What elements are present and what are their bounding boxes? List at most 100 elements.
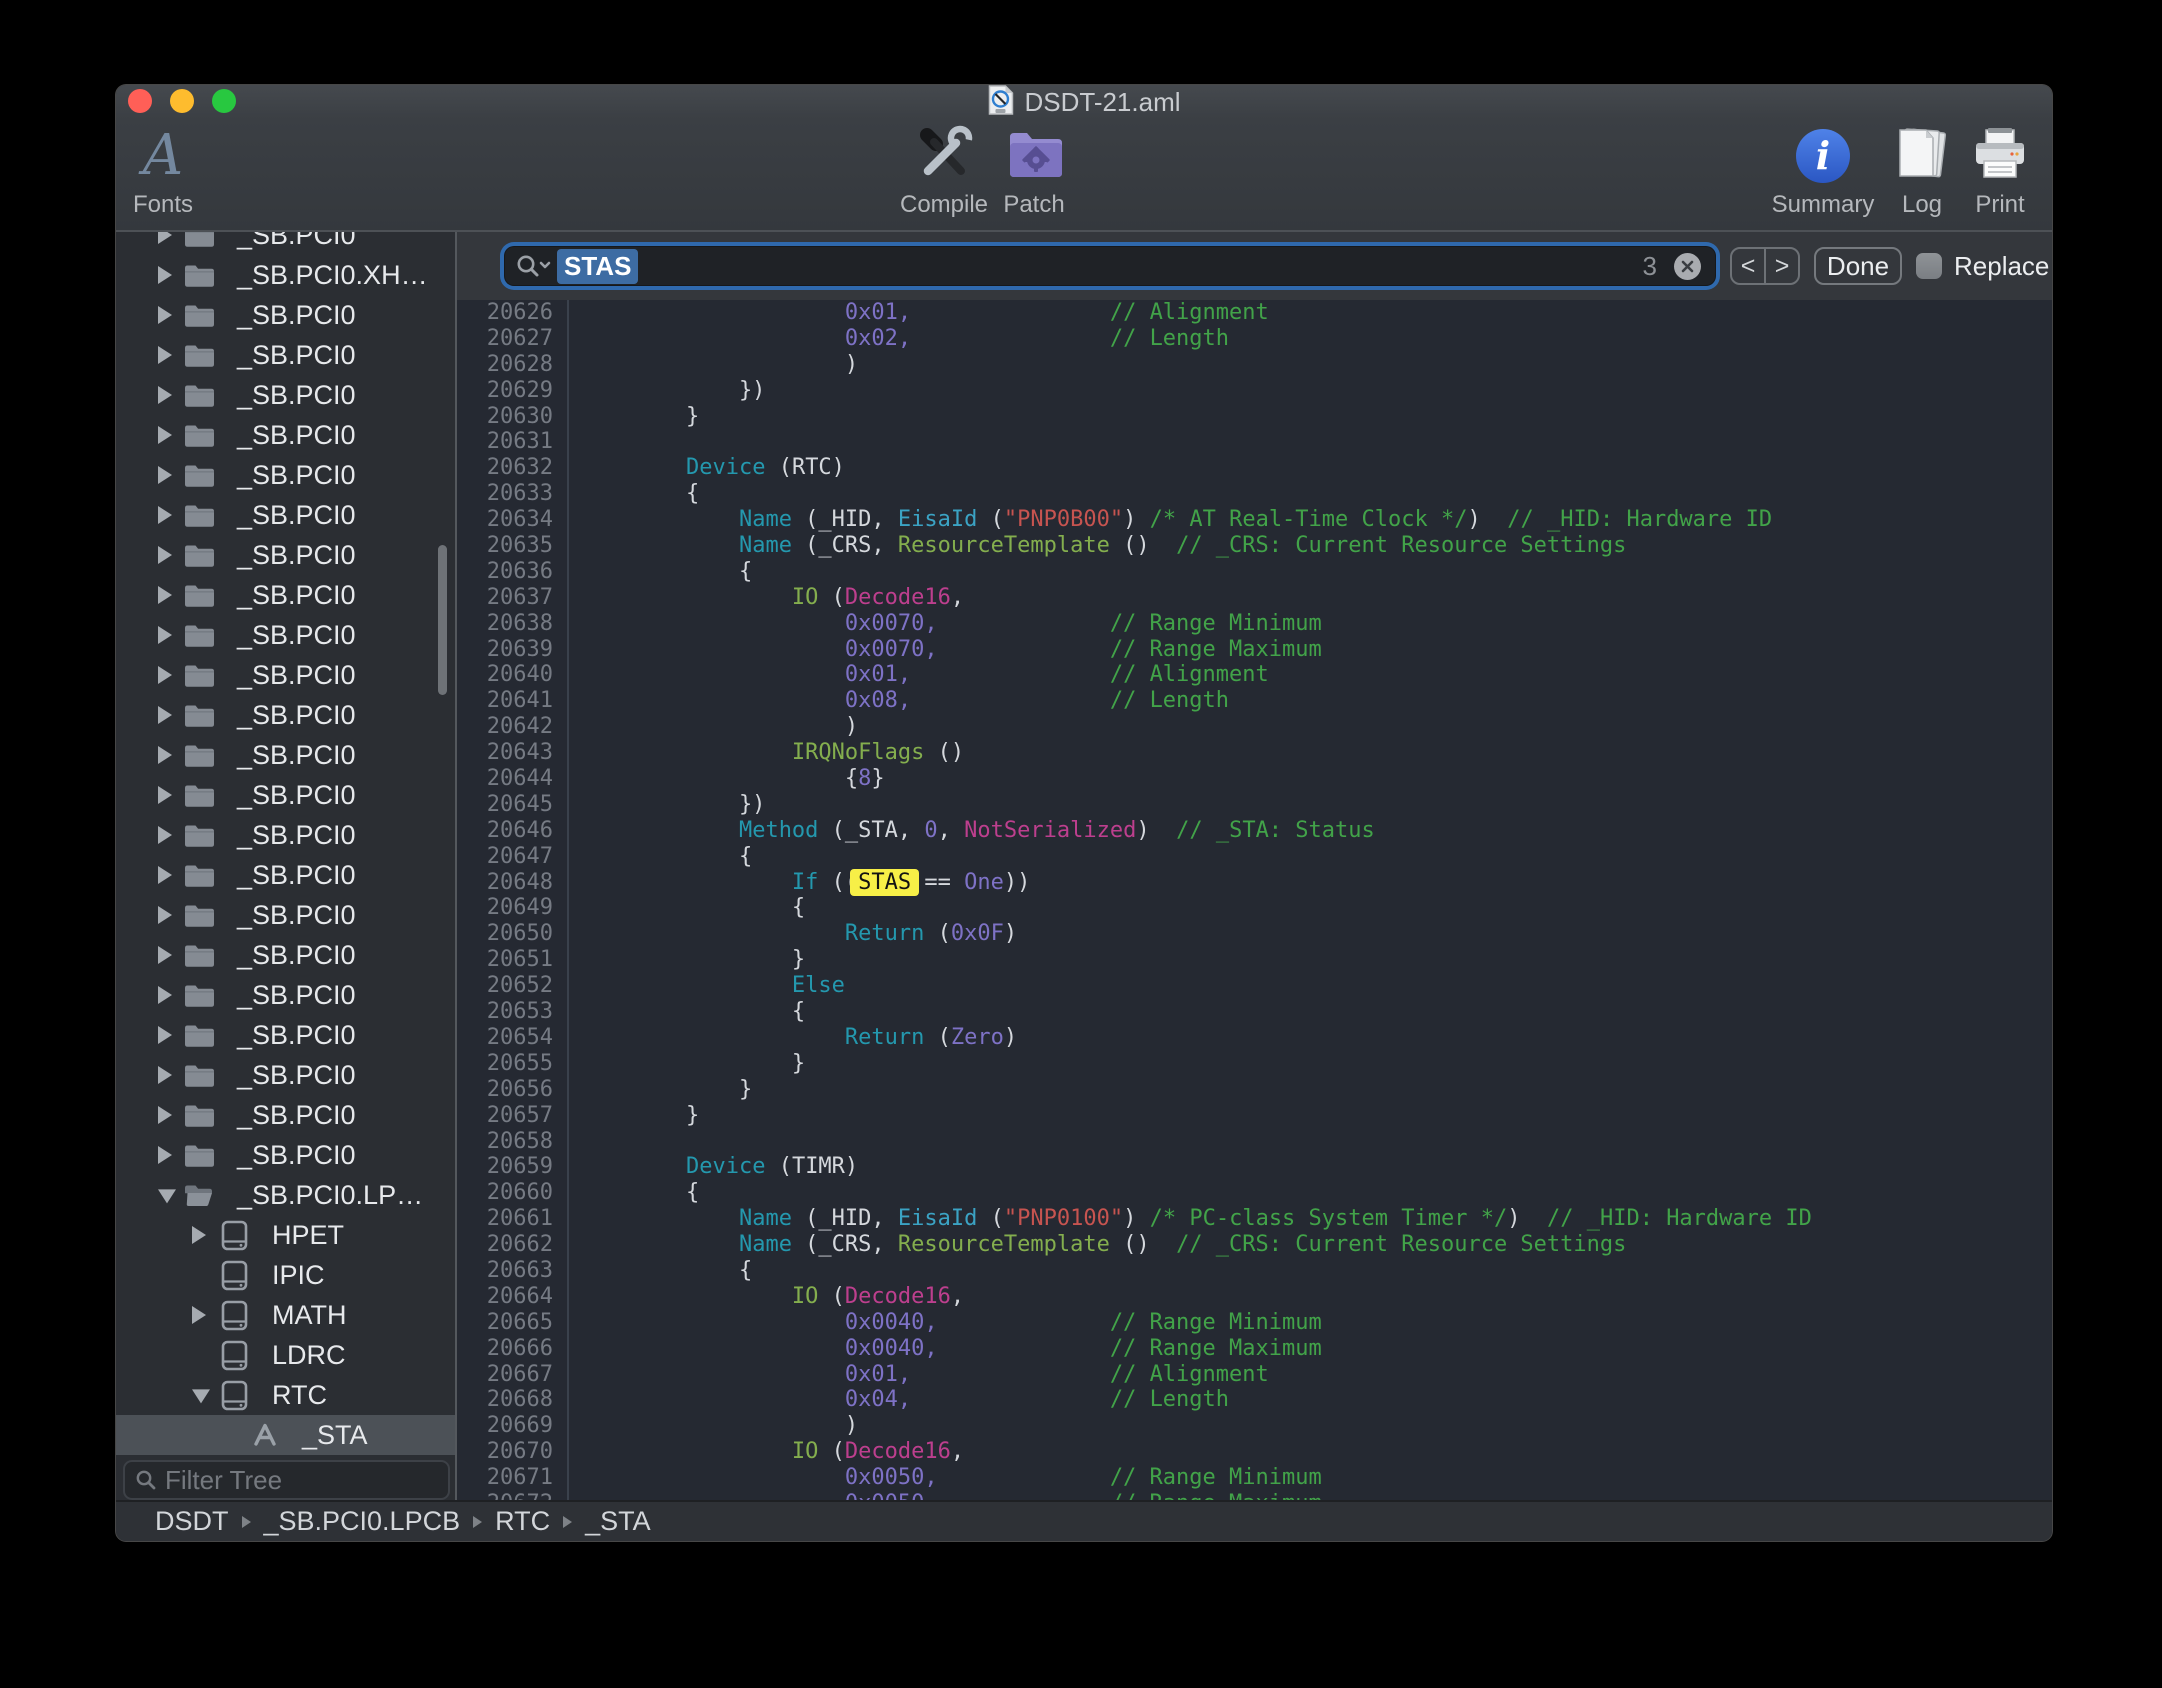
code-line[interactable]: 20627 0x02, // Length [457, 326, 2052, 352]
code-line[interactable]: 20641 0x08, // Length [457, 688, 2052, 714]
tree-item--sb-pci0[interactable]: _SB.PCI0 [116, 975, 455, 1015]
code-line[interactable]: 20639 0x0070, // Range Maximum [457, 637, 2052, 663]
disclosure-triangle[interactable] [158, 426, 172, 444]
code-line[interactable]: 20671 0x0050, // Range Minimum [457, 1465, 2052, 1491]
code-line[interactable]: 20652 Else [457, 973, 2052, 999]
tree-item--sb-pci0[interactable]: _SB.PCI0 [116, 615, 455, 655]
code-line[interactable]: 20631 [457, 429, 2052, 455]
breadcrumb-item[interactable]: RTC [495, 1506, 550, 1537]
search-menu-icon[interactable] [515, 253, 551, 279]
code-line[interactable]: 20642 ) [457, 714, 2052, 740]
code-line[interactable]: 20665 0x0040, // Range Minimum [457, 1310, 2052, 1336]
disclosure-triangle[interactable] [158, 786, 172, 804]
code-line[interactable]: 20644 {8} [457, 766, 2052, 792]
clear-search-button[interactable] [1674, 253, 1701, 280]
code-line[interactable]: 20657 } [457, 1103, 2052, 1129]
code-line[interactable]: 20667 0x01, // Alignment [457, 1362, 2052, 1388]
code-line[interactable]: 20670 IO (Decode16, [457, 1439, 2052, 1465]
code-line[interactable]: 20647 { [457, 844, 2052, 870]
disclosure-triangle[interactable] [158, 826, 172, 844]
disclosure-triangle[interactable] [158, 746, 172, 764]
find-previous-button[interactable]: < [1732, 249, 1764, 283]
disclosure-triangle[interactable] [158, 666, 172, 684]
disclosure-triangle[interactable] [192, 1226, 206, 1244]
code-line[interactable]: 20664 IO (Decode16, [457, 1284, 2052, 1310]
disclosure-triangle[interactable] [158, 466, 172, 484]
code-line[interactable]: 20634 Name (_HID, EisaId ("PNP0B00") /* … [457, 507, 2052, 533]
tree-item--sb-pci0[interactable]: _SB.PCI0 [116, 815, 455, 855]
disclosure-triangle[interactable] [192, 1389, 210, 1403]
code-line[interactable]: 20660 { [457, 1180, 2052, 1206]
replace-checkbox[interactable] [1916, 253, 1942, 279]
code-line[interactable]: 20669 ) [457, 1413, 2052, 1439]
minimize-button[interactable] [170, 89, 194, 113]
disclosure-triangle[interactable] [158, 586, 172, 604]
code-line[interactable]: 20650 Return (0x0F) [457, 921, 2052, 947]
tree-item-math[interactable]: MATH [116, 1295, 455, 1335]
disclosure-triangle[interactable] [158, 506, 172, 524]
zoom-button[interactable] [212, 89, 236, 113]
code-line[interactable]: 20633 { [457, 481, 2052, 507]
code-line[interactable]: 20636 { [457, 559, 2052, 585]
code-line[interactable]: 20668 0x04, // Length [457, 1387, 2052, 1413]
code-line[interactable]: 20645 }) [457, 792, 2052, 818]
code-line[interactable]: 20662 Name (_CRS, ResourceTemplate () //… [457, 1232, 2052, 1258]
tree-item-ldrc[interactable]: LDRC [116, 1335, 455, 1375]
code-line[interactable]: 20654 Return (Zero) [457, 1025, 2052, 1051]
code-line[interactable]: 20646 Method (_STA, 0, NotSerialized) //… [457, 818, 2052, 844]
disclosure-triangle[interactable] [158, 266, 172, 284]
filter-tree-input[interactable]: Filter Tree [123, 1460, 450, 1500]
titlebar[interactable]: DSDT-21.aml [116, 85, 2052, 119]
tree-item--sb-pci0-xh-[interactable]: _SB.PCI0.XH… [116, 255, 455, 295]
sidebar-scrollbar[interactable] [438, 545, 447, 695]
disclosure-triangle[interactable] [158, 386, 172, 404]
replace-label[interactable]: Replace [1954, 232, 2049, 300]
disclosure-triangle[interactable] [158, 1026, 172, 1044]
code-line[interactable]: 20649 { [457, 895, 2052, 921]
disclosure-triangle[interactable] [192, 1306, 206, 1324]
close-button[interactable] [128, 89, 152, 113]
tree-item-hpet[interactable]: HPET [116, 1215, 455, 1255]
code-line[interactable]: 20666 0x0040, // Range Maximum [457, 1336, 2052, 1362]
code-line[interactable]: 20629 }) [457, 378, 2052, 404]
disclosure-triangle[interactable] [158, 986, 172, 1004]
code-line[interactable]: 20658 [457, 1129, 2052, 1155]
tree-item--sb-pci0[interactable]: _SB.PCI0 [116, 655, 455, 695]
code-line[interactable]: 20653 { [457, 999, 2052, 1025]
disclosure-triangle[interactable] [158, 946, 172, 964]
code-editor[interactable]: 20626 0x01, // Alignment20627 0x02, // L… [457, 300, 2052, 1500]
breadcrumb-item[interactable]: _STA [585, 1506, 651, 1537]
tree-item--sb-pci0[interactable]: _SB.PCI0 [116, 375, 455, 415]
patch-button[interactable]: Patch [954, 125, 1114, 219]
code-line[interactable]: 20632 Device (RTC) [457, 455, 2052, 481]
breadcrumb-item[interactable]: _SB.PCI0.LPCB [264, 1506, 461, 1537]
code-line[interactable]: 20643 IRQNoFlags () [457, 740, 2052, 766]
fonts-button[interactable]: A Fonts [116, 125, 243, 219]
search-input[interactable]: STAS 3 [505, 247, 1715, 285]
disclosure-triangle[interactable] [158, 866, 172, 884]
disclosure-triangle[interactable] [158, 1106, 172, 1124]
breadcrumb-item[interactable]: DSDT [155, 1506, 229, 1537]
disclosure-triangle[interactable] [158, 1146, 172, 1164]
tree-item--sb-pci0[interactable]: _SB.PCI0 [116, 495, 455, 535]
tree-item--sb-pci0[interactable]: _SB.PCI0 [116, 855, 455, 895]
code-line[interactable]: 20635 Name (_CRS, ResourceTemplate () //… [457, 533, 2052, 559]
code-line[interactable]: 20640 0x01, // Alignment [457, 662, 2052, 688]
tree-item-ipic[interactable]: IPIC [116, 1255, 455, 1295]
code-line[interactable]: 20626 0x01, // Alignment [457, 300, 2052, 326]
tree-item--sb-pci0[interactable]: _SB.PCI0 [116, 1015, 455, 1055]
code-line[interactable]: 20663 { [457, 1258, 2052, 1284]
find-next-button[interactable]: > [1766, 249, 1798, 283]
disclosure-triangle[interactable] [158, 306, 172, 324]
tree-item--sb-pci0[interactable]: _SB.PCI0 [116, 895, 455, 935]
tree-item--sb-pci0[interactable]: _SB.PCI0 [116, 415, 455, 455]
tree-item--sb-pci0[interactable]: _SB.PCI0 [116, 335, 455, 375]
code-line[interactable]: 20630 } [457, 404, 2052, 430]
disclosure-triangle[interactable] [158, 346, 172, 364]
tree-item--sta[interactable]: _STA [116, 1415, 455, 1455]
disclosure-triangle[interactable] [158, 906, 172, 924]
tree-item-rtc[interactable]: RTC [116, 1375, 455, 1415]
code-line[interactable]: 20672 0x0050, // Range Maximum [457, 1491, 2052, 1500]
tree-item--sb-pci0[interactable]: _SB.PCI0 [116, 735, 455, 775]
disclosure-triangle[interactable] [158, 1189, 176, 1203]
